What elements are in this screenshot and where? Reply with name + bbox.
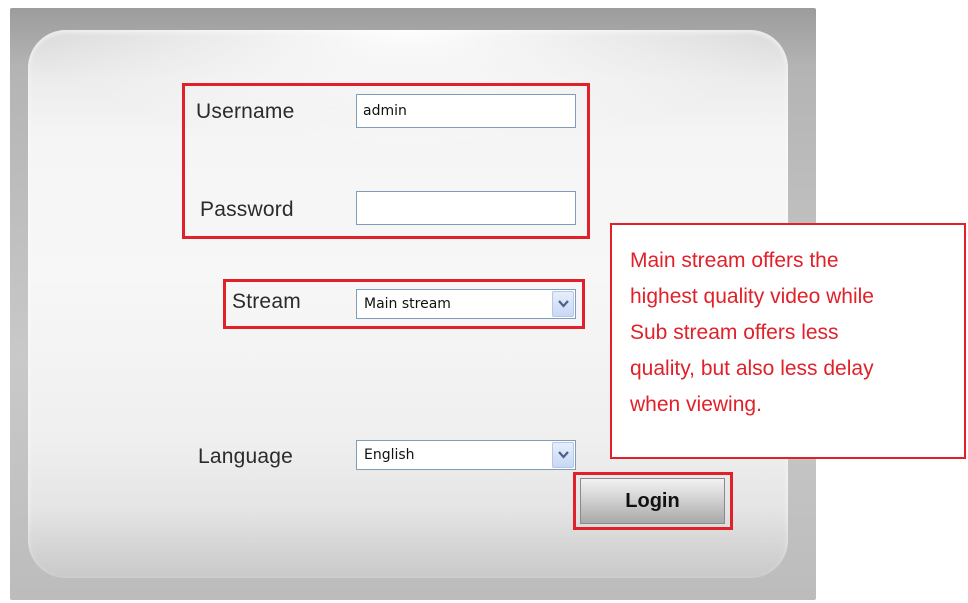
login-screen: Username Password Stream Main stream Lan… [0, 0, 968, 603]
stream-info-callout: Main stream offers the highest quality v… [610, 223, 966, 459]
password-label: Password [200, 198, 294, 221]
callout-line: Sub stream offers less [630, 321, 839, 344]
callout-line: Main stream offers the [630, 249, 839, 272]
stream-select[interactable]: Main stream [356, 289, 576, 319]
login-button[interactable]: Login [580, 478, 725, 524]
stream-dropdown-button[interactable] [552, 291, 574, 317]
language-dropdown-button[interactable] [552, 442, 574, 468]
callout-line: when viewing. [630, 393, 762, 416]
username-label: Username [196, 100, 295, 123]
language-select-value: English [364, 447, 415, 463]
stream-label: Stream [232, 290, 301, 313]
password-input[interactable] [356, 191, 576, 225]
language-label: Language [198, 445, 294, 468]
callout-line: quality, but also less delay [630, 357, 874, 380]
chevron-down-icon [558, 300, 569, 308]
callout-line: highest quality video while [630, 285, 874, 308]
username-input[interactable] [356, 94, 576, 128]
chevron-down-icon [558, 451, 569, 459]
language-select[interactable]: English [356, 440, 576, 470]
stream-select-value: Main stream [364, 296, 451, 312]
